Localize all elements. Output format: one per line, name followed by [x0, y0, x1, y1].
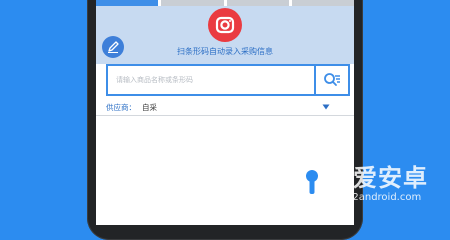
search-bar [106, 64, 350, 96]
scan-header: 扫条形码自动录入采购信息 [96, 6, 354, 64]
camera-icon [215, 16, 235, 34]
scan-hint-text: 扫条形码自动录入采购信息 [177, 47, 273, 56]
product-search-input[interactable] [108, 66, 314, 94]
search-list-icon [324, 73, 340, 86]
scan-camera-button[interactable] [208, 8, 242, 42]
watermark-title: 我爱安卓 [328, 164, 428, 192]
supplier-label: 供应商： [106, 102, 136, 112]
search-button[interactable] [314, 66, 348, 94]
triangle-down-icon[interactable] [322, 103, 330, 111]
supplier-selector[interactable]: 供应商： 自采 [96, 99, 354, 116]
watermark-subtitle: 52android.com [346, 192, 422, 203]
supplier-value: 自采 [142, 102, 157, 112]
watermark: 我爱安卓 52android.com [290, 156, 440, 216]
